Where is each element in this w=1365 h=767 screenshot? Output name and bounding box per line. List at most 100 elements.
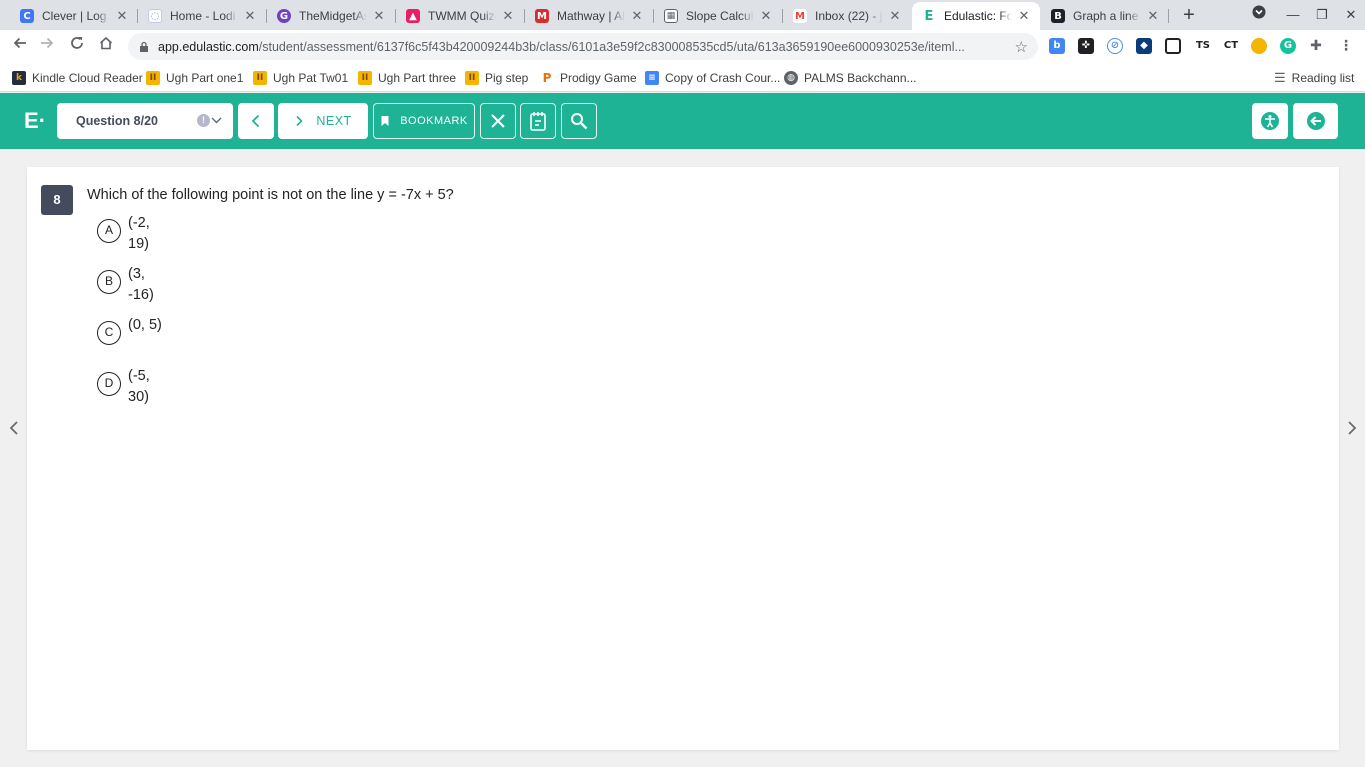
tab-title: Slope Calculator (686, 9, 754, 23)
notepad-icon (530, 112, 546, 131)
globe-icon: ◍ (784, 71, 798, 85)
close-tab-icon[interactable]: ✕ (629, 8, 645, 24)
browser-tab[interactable]: ▲ TWMM Quiz#2 ✕ (396, 2, 524, 30)
extension-link-icon[interactable]: ⊘ (1107, 38, 1123, 54)
gmail-icon: M (793, 9, 807, 23)
extension-ct-icon[interactable]: CT (1221, 38, 1241, 54)
browser-tab[interactable]: C Clever | Log in ✕ (10, 2, 138, 30)
graph-icon: B (1051, 9, 1065, 23)
docs-icon: ≡ (645, 71, 659, 85)
new-tab-button[interactable]: + (1178, 4, 1200, 26)
bookmark-label: BOOKMARK (400, 115, 468, 127)
bookmark-crash-course[interactable]: ≡ Copy of Crash Cour... (645, 68, 780, 88)
close-tab-icon[interactable]: ✕ (371, 8, 387, 24)
close-tab-icon[interactable]: ✕ (500, 8, 516, 24)
restore-icon[interactable]: ❐ (1312, 5, 1332, 25)
edulastic-icon: E (922, 9, 936, 24)
accessibility-button[interactable] (1252, 103, 1288, 139)
browser-tab[interactable]: ▦ Slope Calculator ✕ (654, 2, 782, 30)
extension-ts-icon[interactable]: TS (1193, 38, 1213, 54)
bookmark-ugh-part-three[interactable]: II Ugh Part three (358, 68, 456, 88)
site-info-icon[interactable] (138, 41, 150, 53)
option-letter: D (97, 372, 121, 396)
browser-tab[interactable]: G TheMidgetAsian ✕ (267, 2, 395, 30)
option-d[interactable]: D (-5, 30) (97, 366, 162, 408)
option-c[interactable]: C (0, 5) (97, 315, 162, 345)
mathway-icon: M (535, 9, 549, 23)
previous-question-button[interactable] (238, 103, 274, 139)
menu-kebab-icon[interactable]: ⋮ (1338, 38, 1354, 54)
option-value: (-5, 30) (128, 368, 150, 405)
option-b[interactable]: B (3, -16) (97, 264, 162, 306)
tab-search-icon[interactable] (1249, 5, 1269, 25)
chevron-down-icon (211, 112, 222, 131)
extension-frame-icon[interactable] (1165, 38, 1181, 54)
chevron-left-icon (251, 114, 260, 128)
browser-tab[interactable]: ◌ Home - Lodi Unified ✕ (138, 2, 266, 30)
next-question-button[interactable]: NEXT (278, 103, 368, 139)
close-tab-icon[interactable]: ✕ (1145, 8, 1161, 24)
question-selector[interactable]: Question 8/20 ! (57, 103, 233, 139)
assessment-header: E· Question 8/20 ! NEXT BOOKMARK (0, 93, 1365, 149)
browser-tab-active[interactable]: E Edulastic: Formative ✕ (912, 2, 1040, 30)
home-icon[interactable] (94, 35, 118, 59)
bookmark-ugh-part-one[interactable]: II Ugh Part one1 (146, 68, 243, 88)
extensions-puzzle-icon[interactable]: ✚ (1308, 38, 1324, 54)
side-prev-arrow[interactable] (5, 420, 23, 442)
prodigy-icon: P (540, 71, 554, 85)
magnifier-icon (571, 113, 588, 130)
zoom-button[interactable] (561, 103, 597, 139)
forward-icon[interactable] (35, 35, 59, 59)
close-window-icon[interactable]: ✕ (1341, 5, 1361, 25)
close-tab-icon[interactable]: ✕ (887, 8, 903, 24)
close-tab-icon[interactable]: ✕ (242, 8, 258, 24)
minimize-icon[interactable]: — (1283, 5, 1303, 25)
back-icon[interactable] (8, 35, 32, 59)
browser-tab[interactable]: M Inbox (22) - j.b ✕ (783, 2, 911, 30)
browser-toolbar: app.edulastic.com/student/assessment/613… (0, 30, 1365, 63)
option-a[interactable]: A (-2, 19) (97, 213, 162, 255)
close-icon (491, 114, 505, 128)
bookmark-label: Ugh Pat Tw01 (273, 71, 349, 85)
answer-eliminator-button[interactable] (480, 103, 516, 139)
bookmark-question-button[interactable]: BOOKMARK (373, 103, 475, 139)
browser-tab[interactable]: M Mathway | Algebra ✕ (525, 2, 653, 30)
calculator-icon: ▦ (664, 9, 678, 23)
tab-title: TWMM Quiz#2 (428, 9, 496, 23)
extension-b-icon[interactable]: b (1049, 38, 1065, 54)
bookmark-palms[interactable]: ◍ PALMS Backchann... (784, 68, 917, 88)
side-next-arrow[interactable] (1343, 420, 1361, 442)
bookmark-yellow-icon: II (465, 71, 479, 85)
exit-arrow-icon (1306, 112, 1325, 130)
tab-title: Inbox (22) - j.b (815, 9, 883, 23)
bookmark-yellow-icon: II (146, 71, 160, 85)
bookmark-star-icon[interactable]: ☆ (1015, 38, 1028, 56)
extension-diamond-icon[interactable]: ◆ (1136, 38, 1152, 54)
extension-on-icon[interactable] (1251, 38, 1267, 54)
grammarly-icon[interactable]: G (1280, 38, 1296, 54)
question-selector-label: Question 8/20 (76, 114, 158, 128)
browser-tab[interactable]: B Graph a line with ✕ (1041, 2, 1169, 30)
reading-list-button[interactable]: ☰ Reading list (1274, 68, 1354, 88)
option-letter: C (97, 321, 121, 345)
bookmark-pig-step[interactable]: II Pig step (465, 68, 528, 88)
option-value: (-2, 19) (128, 215, 150, 252)
address-bar[interactable]: app.edulastic.com/student/assessment/613… (128, 33, 1038, 60)
bookmark-prodigy[interactable]: P Prodigy Game (540, 68, 637, 88)
extension-puzzle-dark-icon[interactable]: ✜ (1078, 38, 1094, 54)
close-tab-icon[interactable]: ✕ (758, 8, 774, 24)
bookmark-label: Ugh Part one1 (166, 71, 244, 85)
tab-title: Clever | Log in (42, 9, 110, 23)
bookmark-kindle[interactable]: k Kindle Cloud Reader (12, 68, 143, 88)
tab-title: Mathway | Algebra (557, 9, 625, 23)
bookmarks-bar: k Kindle Cloud Reader II Ugh Part one1 I… (0, 63, 1365, 92)
exit-test-button[interactable] (1293, 103, 1338, 139)
bookmark-ugh-pat-two[interactable]: II Ugh Pat Tw01 (253, 68, 348, 88)
close-tab-icon[interactable]: ✕ (1016, 8, 1032, 24)
reload-icon[interactable] (65, 35, 89, 59)
option-letter: B (97, 270, 121, 294)
bookmark-label: Ugh Part three (378, 71, 457, 85)
close-tab-icon[interactable]: ✕ (114, 8, 130, 24)
scratchpad-button[interactable] (520, 103, 556, 139)
clever-icon: C (20, 9, 34, 23)
